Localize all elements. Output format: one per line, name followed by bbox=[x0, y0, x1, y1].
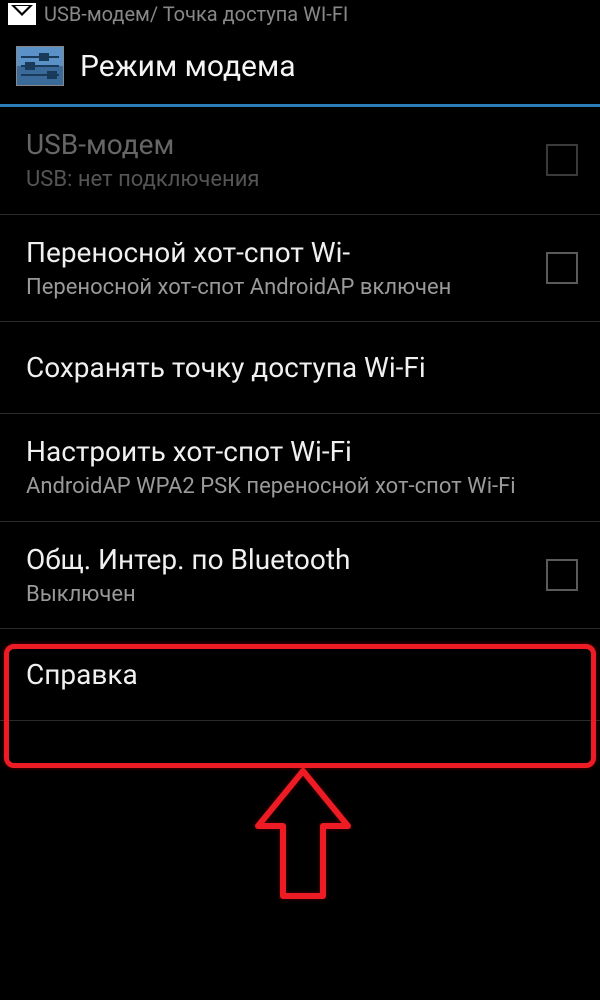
item-title: Сохранять точку доступа Wi-Fi bbox=[26, 350, 578, 385]
page-title: Режим модема bbox=[80, 49, 296, 84]
settings-list: USB-модем USB: нет подключения Переносно… bbox=[0, 107, 600, 721]
item-title: Настроить хот-спот Wi-Fi bbox=[26, 434, 578, 469]
wifi-icon bbox=[8, 3, 36, 25]
item-subtitle: Выключен bbox=[26, 581, 528, 609]
item-title: Общ. Интер. по Bluetooth bbox=[26, 542, 528, 577]
item-subtitle: USB: нет подключения bbox=[26, 166, 528, 194]
annotation-arrow-icon bbox=[248, 766, 358, 910]
list-item-help[interactable]: Справка bbox=[0, 629, 600, 721]
status-partial-text: USB-модем/ Точка доступа WI-FI bbox=[44, 2, 348, 26]
list-item-bluetooth-tethering[interactable]: Общ. Интер. по Bluetooth Выключен bbox=[0, 522, 600, 630]
list-item-portable-hotspot[interactable]: Переносной хот-спот Wi- Переносной хот-с… bbox=[0, 215, 600, 323]
status-bar: USB-модем/ Точка доступа WI-FI bbox=[0, 0, 600, 28]
list-item-configure-hotspot[interactable]: Настроить хот-спот Wi-Fi AndroidAP WPA2 … bbox=[0, 414, 600, 522]
checkbox-usb-modem[interactable] bbox=[546, 144, 578, 176]
item-subtitle: AndroidAP WPA2 PSK переносной хот-спот W… bbox=[26, 473, 578, 501]
checkbox-bluetooth-tethering[interactable] bbox=[546, 559, 578, 591]
checkbox-portable-hotspot[interactable] bbox=[546, 252, 578, 284]
list-item-usb-modem[interactable]: USB-модем USB: нет подключения bbox=[0, 107, 600, 215]
list-item-save-hotspot[interactable]: Сохранять точку доступа Wi-Fi bbox=[0, 322, 600, 414]
item-title: USB-модем bbox=[26, 127, 528, 162]
header: Режим модема bbox=[0, 28, 600, 107]
item-title: Справка bbox=[26, 657, 578, 692]
item-subtitle: Переносной хот-спот AndroidAP включен bbox=[26, 274, 528, 302]
item-title: Переносной хот-спот Wi- bbox=[26, 235, 528, 270]
settings-sliders-icon bbox=[16, 46, 64, 86]
